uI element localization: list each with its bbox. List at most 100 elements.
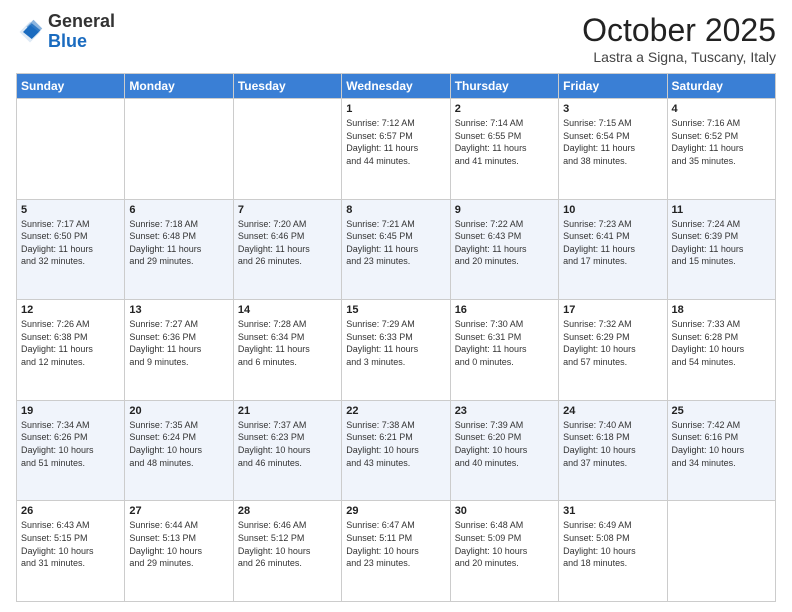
logo-text: General Blue	[48, 12, 115, 52]
calendar-cell: 7 Sunrise: 7:20 AM Sunset: 6:46 PM Daylig…	[233, 199, 341, 300]
day-number: 27	[129, 505, 228, 517]
weekday-header-tuesday: Tuesday	[233, 74, 341, 99]
day-info: Sunrise: 7:14 AM Sunset: 6:55 PM Dayligh…	[455, 117, 554, 167]
calendar-cell: 4Sunrise: 7:16 AM Sunset: 6:52 PM Daylig…	[667, 99, 775, 200]
day-info: Sunrise: 6:43 AM Sunset: 5:15 PM Dayligh…	[21, 519, 120, 569]
location: Lastra a Signa, Tuscany, Italy	[582, 49, 776, 65]
calendar-cell: 1Sunrise: 7:12 AM Sunset: 6:57 PM Daylig…	[342, 99, 450, 200]
calendar-cell: 9 Sunrise: 7:22 AM Sunset: 6:43 PM Daylig…	[450, 199, 558, 300]
day-info: Sunrise: 7:32 AM Sunset: 6:29 PM Dayligh…	[563, 318, 662, 368]
calendar-cell: 14Sunrise: 7:28 AM Sunset: 6:34 PM Dayli…	[233, 300, 341, 401]
day-info: Sunrise: 7:34 AM Sunset: 6:26 PM Dayligh…	[21, 419, 120, 469]
weekday-header-row: SundayMondayTuesdayWednesdayThursdayFrid…	[17, 74, 776, 99]
calendar-cell: 13 Sunrise: 7:27 AM Sunset: 6:36 PM Dayli…	[125, 300, 233, 401]
logo-blue-text: Blue	[48, 31, 87, 51]
month-title: October 2025	[582, 12, 776, 49]
calendar-cell: 10Sunrise: 7:23 AM Sunset: 6:41 PM Dayli…	[559, 199, 667, 300]
calendar-cell: 2 Sunrise: 7:14 AM Sunset: 6:55 PM Daylig…	[450, 99, 558, 200]
calendar-cell: 17 Sunrise: 7:32 AM Sunset: 6:29 PM Dayli…	[559, 300, 667, 401]
day-info: Sunrise: 7:20 AM Sunset: 6:46 PM Dayligh…	[238, 218, 337, 268]
day-info: Sunrise: 7:40 AM Sunset: 6:18 PM Dayligh…	[563, 419, 662, 469]
calendar-cell: 26Sunrise: 6:43 AM Sunset: 5:15 PM Dayli…	[17, 501, 125, 602]
calendar-table: SundayMondayTuesdayWednesdayThursdayFrid…	[16, 73, 776, 602]
calendar-cell: 5 Sunrise: 7:17 AM Sunset: 6:50 PM Daylig…	[17, 199, 125, 300]
day-info: Sunrise: 6:47 AM Sunset: 5:11 PM Dayligh…	[346, 519, 445, 569]
day-number: 31	[563, 505, 662, 517]
calendar-cell	[17, 99, 125, 200]
calendar-cell: 30Sunrise: 6:48 AM Sunset: 5:09 PM Dayli…	[450, 501, 558, 602]
day-number: 9	[455, 204, 554, 216]
calendar-cell: 11Sunrise: 7:24 AM Sunset: 6:39 PM Dayli…	[667, 199, 775, 300]
day-number: 21	[238, 405, 337, 417]
title-block: October 2025 Lastra a Signa, Tuscany, It…	[582, 12, 776, 65]
day-number: 28	[238, 505, 337, 517]
day-info: Sunrise: 7:21 AM Sunset: 6:45 PM Dayligh…	[346, 218, 445, 268]
weekday-header-friday: Friday	[559, 74, 667, 99]
day-info: Sunrise: 6:44 AM Sunset: 5:13 PM Dayligh…	[129, 519, 228, 569]
day-number: 20	[129, 405, 228, 417]
day-number: 25	[672, 405, 771, 417]
calendar-cell: 16Sunrise: 7:30 AM Sunset: 6:31 PM Dayli…	[450, 300, 558, 401]
day-info: Sunrise: 7:16 AM Sunset: 6:52 PM Dayligh…	[672, 117, 771, 167]
calendar-cell: 29 Sunrise: 6:47 AM Sunset: 5:11 PM Dayli…	[342, 501, 450, 602]
day-info: Sunrise: 7:27 AM Sunset: 6:36 PM Dayligh…	[129, 318, 228, 368]
day-number: 6	[129, 204, 228, 216]
day-number: 29	[346, 505, 445, 517]
week-row-5: 26Sunrise: 6:43 AM Sunset: 5:15 PM Dayli…	[17, 501, 776, 602]
day-number: 13	[129, 304, 228, 316]
calendar-cell: 18 Sunrise: 7:33 AM Sunset: 6:28 PM Dayli…	[667, 300, 775, 401]
day-info: Sunrise: 7:18 AM Sunset: 6:48 PM Dayligh…	[129, 218, 228, 268]
day-info: Sunrise: 7:37 AM Sunset: 6:23 PM Dayligh…	[238, 419, 337, 469]
day-info: Sunrise: 7:42 AM Sunset: 6:16 PM Dayligh…	[672, 419, 771, 469]
day-number: 7	[238, 204, 337, 216]
week-row-4: 19Sunrise: 7:34 AM Sunset: 6:26 PM Dayli…	[17, 400, 776, 501]
calendar-cell: 24 Sunrise: 7:40 AM Sunset: 6:18 PM Dayli…	[559, 400, 667, 501]
day-info: Sunrise: 7:17 AM Sunset: 6:50 PM Dayligh…	[21, 218, 120, 268]
page: General Blue October 2025 Lastra a Signa…	[0, 0, 792, 612]
day-info: Sunrise: 7:23 AM Sunset: 6:41 PM Dayligh…	[563, 218, 662, 268]
day-info: Sunrise: 7:26 AM Sunset: 6:38 PM Dayligh…	[21, 318, 120, 368]
day-info: Sunrise: 7:28 AM Sunset: 6:34 PM Dayligh…	[238, 318, 337, 368]
week-row-2: 5 Sunrise: 7:17 AM Sunset: 6:50 PM Daylig…	[17, 199, 776, 300]
day-number: 3	[563, 103, 662, 115]
logo-general-text: General	[48, 11, 115, 31]
day-number: 23	[455, 405, 554, 417]
day-info: Sunrise: 7:15 AM Sunset: 6:54 PM Dayligh…	[563, 117, 662, 167]
day-info: Sunrise: 7:33 AM Sunset: 6:28 PM Dayligh…	[672, 318, 771, 368]
day-info: Sunrise: 7:35 AM Sunset: 6:24 PM Dayligh…	[129, 419, 228, 469]
day-number: 8	[346, 204, 445, 216]
day-number: 5	[21, 204, 120, 216]
calendar-cell: 6 Sunrise: 7:18 AM Sunset: 6:48 PM Daylig…	[125, 199, 233, 300]
day-number: 22	[346, 405, 445, 417]
calendar-cell: 12 Sunrise: 7:26 AM Sunset: 6:38 PM Dayli…	[17, 300, 125, 401]
calendar-cell: 28 Sunrise: 6:46 AM Sunset: 5:12 PM Dayli…	[233, 501, 341, 602]
calendar-cell: 23 Sunrise: 7:39 AM Sunset: 6:20 PM Dayli…	[450, 400, 558, 501]
day-info: Sunrise: 7:24 AM Sunset: 6:39 PM Dayligh…	[672, 218, 771, 268]
calendar-cell	[125, 99, 233, 200]
weekday-header-sunday: Sunday	[17, 74, 125, 99]
weekday-header-monday: Monday	[125, 74, 233, 99]
day-info: Sunrise: 7:22 AM Sunset: 6:43 PM Dayligh…	[455, 218, 554, 268]
calendar-cell: 20 Sunrise: 7:35 AM Sunset: 6:24 PM Dayli…	[125, 400, 233, 501]
calendar-cell: 21 Sunrise: 7:37 AM Sunset: 6:23 PM Dayli…	[233, 400, 341, 501]
calendar-cell: 8 Sunrise: 7:21 AM Sunset: 6:45 PM Daylig…	[342, 199, 450, 300]
calendar-cell: 22 Sunrise: 7:38 AM Sunset: 6:21 PM Dayli…	[342, 400, 450, 501]
day-number: 16	[455, 304, 554, 316]
day-info: Sunrise: 6:46 AM Sunset: 5:12 PM Dayligh…	[238, 519, 337, 569]
calendar-cell: 15Sunrise: 7:29 AM Sunset: 6:33 PM Dayli…	[342, 300, 450, 401]
logo: General Blue	[16, 12, 115, 52]
day-number: 24	[563, 405, 662, 417]
calendar-cell: 27 Sunrise: 6:44 AM Sunset: 5:13 PM Dayli…	[125, 501, 233, 602]
day-info: Sunrise: 7:39 AM Sunset: 6:20 PM Dayligh…	[455, 419, 554, 469]
day-number: 2	[455, 103, 554, 115]
day-info: Sunrise: 6:49 AM Sunset: 5:08 PM Dayligh…	[563, 519, 662, 569]
weekday-header-wednesday: Wednesday	[342, 74, 450, 99]
weekday-header-saturday: Saturday	[667, 74, 775, 99]
day-number: 17	[563, 304, 662, 316]
day-info: Sunrise: 7:38 AM Sunset: 6:21 PM Dayligh…	[346, 419, 445, 469]
day-number: 18	[672, 304, 771, 316]
calendar-cell	[667, 501, 775, 602]
day-number: 12	[21, 304, 120, 316]
week-row-3: 12 Sunrise: 7:26 AM Sunset: 6:38 PM Dayli…	[17, 300, 776, 401]
calendar-cell	[233, 99, 341, 200]
